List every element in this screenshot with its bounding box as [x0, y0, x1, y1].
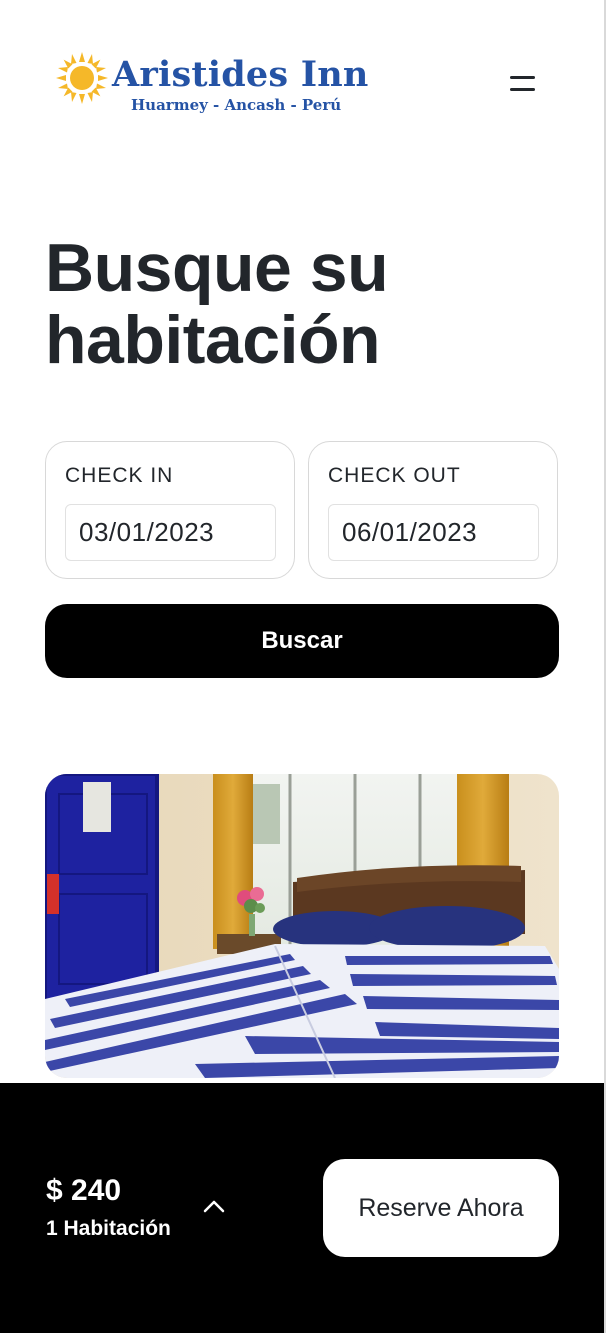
room-photo-illustration [45, 774, 559, 1078]
menu-line [510, 88, 535, 91]
total-price: $ 240 [46, 1174, 122, 1207]
check-out-label: CHECK OUT [328, 464, 461, 487]
booking-bar: $ 240 1 Habitación Reserve Ahora [0, 1083, 604, 1333]
reserve-now-button[interactable]: Reserve Ahora [323, 1159, 559, 1257]
logo-subtitle: Huarmey - Ancash - Perú [131, 96, 342, 114]
page: Aristides Inn Huarmey - Ancash - Perú Bu… [0, 0, 606, 1333]
chevron-up-icon[interactable] [196, 1191, 232, 1221]
check-in-input[interactable] [65, 504, 276, 561]
logo-title: Aristides Inn [112, 54, 369, 95]
search-button[interactable]: Buscar [45, 604, 559, 678]
page-title: Busque su habitación [45, 230, 389, 378]
sun-icon [56, 52, 108, 104]
check-out-input[interactable] [328, 504, 539, 561]
room-photo [45, 774, 559, 1078]
menu-line [510, 76, 535, 79]
check-in-card: CHECK IN [45, 441, 295, 579]
rooms-count: 1 Habitación [46, 1217, 171, 1240]
hamburger-menu-icon[interactable] [502, 66, 542, 102]
logo[interactable]: Aristides Inn Huarmey - Ancash - Perú [56, 50, 369, 120]
check-out-card: CHECK OUT [308, 441, 558, 579]
check-in-label: CHECK IN [65, 464, 174, 487]
